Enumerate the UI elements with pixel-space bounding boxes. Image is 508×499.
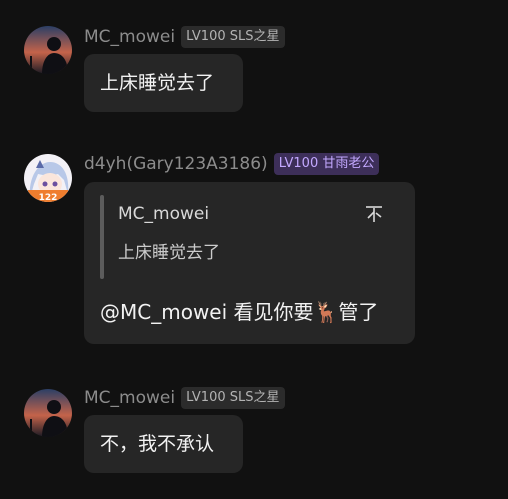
user-avatar[interactable]: [24, 389, 72, 437]
username[interactable]: d4yh(Gary123A3186): [84, 154, 268, 174]
avatar-image-icon: [24, 389, 72, 437]
reply-text-suffix: 管了: [338, 300, 379, 324]
avatar-image-icon: [24, 26, 72, 74]
level-badge: LV100 甘雨老公: [273, 153, 380, 175]
message-text: @MC_mowei 看见你要🦌管了: [100, 296, 378, 325]
arrow-down-icon: [366, 206, 382, 222]
quoted-text: 上床睡觉去了: [118, 243, 220, 263]
svg-text:122: 122: [39, 193, 58, 202]
quoted-username: MC_mowei: [118, 204, 210, 224]
message-meta: MC_mowei LV100 SLS之星: [84, 386, 285, 410]
message-bubble[interactable]: 不，我不承认: [84, 415, 243, 473]
message-text: 不，我不承认: [100, 433, 215, 455]
user-avatar[interactable]: 122: [24, 154, 72, 202]
avatar-image-icon: 122: [24, 154, 72, 202]
quote-bar: [100, 195, 104, 279]
deer-emoji-icon: 🦌: [313, 300, 339, 324]
quote-jump-icon[interactable]: [364, 204, 384, 224]
reply-bubble[interactable]: MC_mowei 上床睡觉去了 @MC_mowei 看见你要🦌管了: [84, 182, 415, 344]
user-avatar[interactable]: [24, 26, 72, 74]
reply-text-prefix: @MC_mowei 看见你要: [100, 300, 314, 324]
level-badge: LV100 SLS之星: [181, 387, 285, 409]
level-badge: LV100 SLS之星: [181, 26, 285, 48]
message-meta: d4yh(Gary123A3186) LV100 甘雨老公: [84, 152, 380, 176]
username[interactable]: MC_mowei: [84, 388, 175, 408]
username[interactable]: MC_mowei: [84, 27, 175, 47]
message-text: 上床睡觉去了: [100, 72, 215, 94]
message-bubble[interactable]: 上床睡觉去了: [84, 54, 243, 112]
message-meta: MC_mowei LV100 SLS之星: [84, 25, 285, 49]
